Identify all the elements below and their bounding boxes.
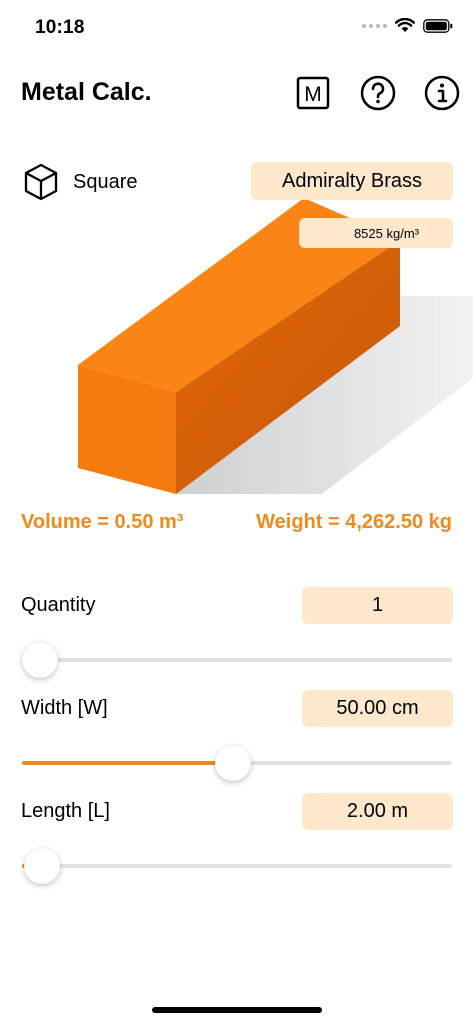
help-button[interactable] bbox=[360, 75, 396, 111]
units-button[interactable]: M bbox=[295, 75, 331, 111]
home-indicator bbox=[152, 1007, 322, 1013]
info-button[interactable] bbox=[424, 75, 460, 111]
quantity-label: Quantity bbox=[21, 594, 96, 616]
status-time: 10:18 bbox=[35, 17, 85, 38]
cube-icon bbox=[24, 163, 58, 201]
shape-label: Square bbox=[73, 170, 138, 193]
battery-icon bbox=[423, 18, 453, 33]
width-value-field[interactable]: 50.00 cm bbox=[302, 690, 453, 727]
units-icon: M bbox=[296, 76, 330, 110]
slider-fill bbox=[22, 761, 234, 765]
length-label: Length [L] bbox=[21, 800, 110, 822]
wifi-icon bbox=[395, 18, 415, 32]
shape-selector[interactable]: Square bbox=[23, 163, 138, 201]
cellular-signal-icon bbox=[362, 23, 387, 28]
volume-result: Volume = 0.50 m³ bbox=[21, 511, 184, 533]
density-label: 8525 kg/m³ bbox=[299, 218, 453, 248]
width-slider[interactable] bbox=[22, 743, 452, 783]
material-selector[interactable]: Admiralty Brass bbox=[251, 162, 453, 200]
units-button-label: M bbox=[304, 83, 322, 106]
question-circle-icon bbox=[360, 75, 396, 111]
slider-thumb[interactable] bbox=[23, 848, 60, 884]
slider-thumb[interactable] bbox=[22, 642, 58, 678]
info-circle-icon bbox=[424, 75, 460, 111]
width-label: Width [W] bbox=[21, 697, 108, 719]
slider-thumb[interactable] bbox=[215, 745, 252, 781]
app-title: Metal Calc. bbox=[21, 78, 152, 106]
length-slider[interactable] bbox=[22, 846, 452, 886]
weight-result: Weight = 4,262.50 kg bbox=[256, 511, 452, 533]
quantity-value-field[interactable]: 1 bbox=[302, 587, 453, 624]
length-value-field[interactable]: 2.00 m bbox=[302, 793, 453, 830]
slider-track bbox=[22, 658, 452, 662]
slider-track bbox=[22, 864, 452, 868]
status-indicators bbox=[362, 18, 453, 33]
quantity-slider[interactable] bbox=[22, 640, 452, 680]
